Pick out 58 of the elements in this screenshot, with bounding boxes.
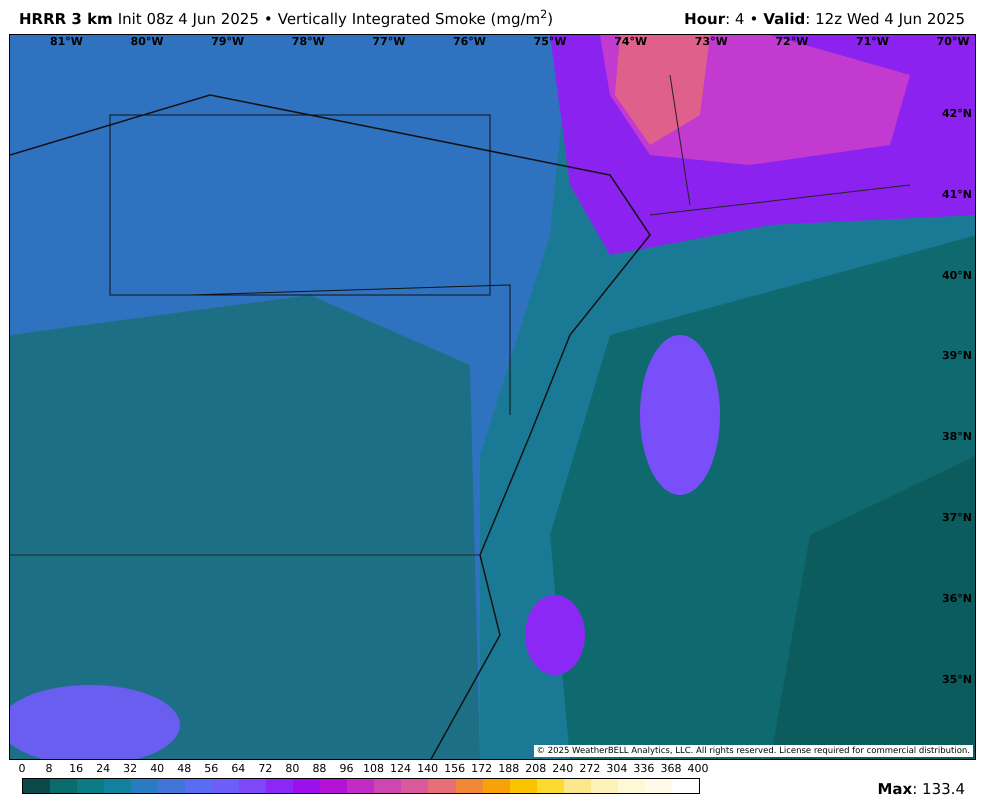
- latitude-label: 37°N: [942, 511, 972, 524]
- colorbar-tick-label: 172: [471, 762, 492, 776]
- longitude-label: 76°W: [453, 35, 486, 48]
- colorbar-tick-label: 336: [633, 762, 654, 776]
- colorbar-tick-label: 64: [231, 762, 246, 776]
- latitude-label: 35°N: [942, 672, 972, 686]
- separator: •: [749, 8, 758, 30]
- hour-value: : 4: [725, 8, 744, 30]
- colorbar-tick-label: 8: [46, 762, 53, 776]
- colorbar-tick-label: 72: [258, 762, 272, 776]
- colorbar-tick-label: 400: [688, 762, 708, 776]
- longitude-label: 80°W: [130, 35, 164, 48]
- colorbar-tick-label: 32: [123, 762, 138, 776]
- colorbar-tick-label: 208: [525, 762, 546, 776]
- latitude-label: 36°N: [942, 592, 972, 605]
- colorbar-tick-label: 80: [285, 762, 300, 776]
- colorbar-tick-label: 96: [339, 762, 354, 776]
- longitude-label: 77°W: [372, 35, 406, 48]
- longitude-label: 81°W: [50, 35, 83, 48]
- valid-value: : 12z Wed 4 Jun 2025: [805, 8, 965, 30]
- max-value: : 133.4: [912, 779, 965, 800]
- colorbar-tick-label: 88: [312, 762, 326, 776]
- longitude-label: 73°W: [694, 35, 728, 48]
- colorbar-tick-label: 240: [552, 762, 574, 776]
- longitude-label: 74°W: [614, 35, 648, 48]
- colorbar-tick-label: 140: [417, 762, 438, 776]
- latitude-label: 40°N: [942, 268, 972, 282]
- colorbar-tick-label: 124: [390, 762, 412, 776]
- copyright-notice: © 2025 WeatherBELL Analytics, LLC. All rights reserved. License required for commercial distribution.: [534, 745, 973, 757]
- longitude-label: 78°W: [292, 35, 325, 48]
- colorbar-tick-label: 188: [498, 762, 520, 776]
- field-title: Vertically Integrated Smoke (mg/m$^{2}$): [278, 8, 554, 30]
- colorbar-tick-label: 24: [96, 762, 110, 776]
- colorbar-tick-label: 48: [177, 762, 192, 776]
- longitude-label: 79°W: [211, 35, 244, 48]
- latitude-label: 39°N: [942, 349, 972, 362]
- separator: •: [264, 8, 273, 30]
- colorbar-tick-label: 0: [18, 762, 26, 776]
- latitude-label: 38°N: [942, 430, 972, 444]
- longitude-label: 70°W: [936, 35, 970, 48]
- latitude-label: 42°N: [942, 107, 972, 120]
- colorbar-tick-label: 272: [579, 762, 600, 776]
- max-label: Max: [878, 779, 912, 800]
- colorbar-tick-label: 156: [444, 762, 466, 776]
- colorbar-tick-label: 16: [69, 762, 84, 776]
- colorbar-tick-label: 56: [204, 762, 218, 776]
- colorbar-tick-label: 368: [660, 762, 682, 776]
- colorbar-tick-label: 304: [606, 762, 628, 776]
- hour-label: Hour: [684, 8, 726, 30]
- longitude-label: 75°W: [534, 35, 567, 48]
- model-title: HRRR 3 km: [19, 8, 113, 30]
- colorbar-tick-label: 108: [363, 762, 384, 776]
- colorbar-tick-label: 40: [150, 762, 164, 776]
- latitude-label: 41°N: [942, 188, 972, 201]
- init-time: Init 08z 4 Jun 2025: [118, 8, 259, 30]
- longitude-label: 72°W: [775, 35, 808, 48]
- valid-label: Valid: [763, 8, 806, 30]
- longitude-label: 71°W: [856, 35, 889, 48]
